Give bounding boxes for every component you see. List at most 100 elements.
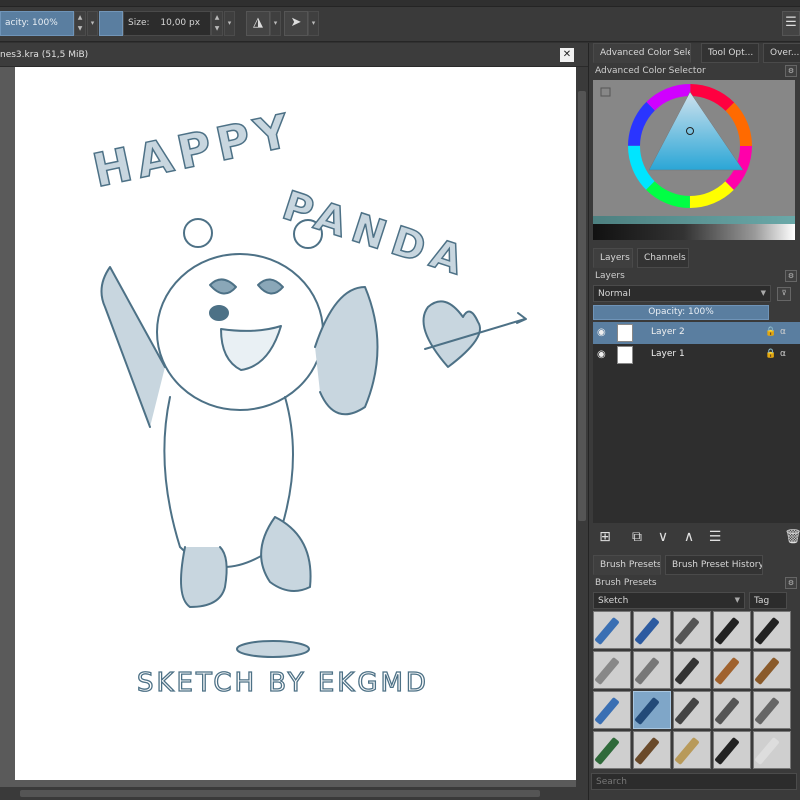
menu-strip xyxy=(0,0,800,7)
brush-tabs: Brush Presets Brush Preset History xyxy=(589,555,800,575)
blend-mode-select[interactable]: Normal ▼ xyxy=(593,285,771,302)
brush-preset[interactable] xyxy=(593,611,631,649)
color-selector-title: Advanced Color Selector xyxy=(595,66,706,76)
brush-preset[interactable] xyxy=(673,611,711,649)
panel-menu-icon[interactable]: ☰ xyxy=(782,11,800,36)
layer-properties-icon[interactable]: ☰ xyxy=(705,527,725,547)
close-document-icon[interactable]: ✕ xyxy=(560,48,574,62)
filter-icon[interactable]: ⊽ xyxy=(777,287,791,301)
layers-settings-icon[interactable]: ⚙ xyxy=(785,270,797,282)
lock-icon[interactable]: 🔒 xyxy=(765,327,776,337)
size-field[interactable]: Size: 10,00 px xyxy=(123,11,211,36)
wrap-around-icon[interactable]: ➤ xyxy=(284,11,308,36)
canvas[interactable]: HAPPY PANDA SKETCH BY EKGMD xyxy=(15,67,576,780)
brush-preset[interactable] xyxy=(633,651,671,689)
layer-row-layer-1[interactable]: ◉ Layer 1 🔒 α xyxy=(593,344,800,366)
brush-settings-icon[interactable]: ⚙ xyxy=(785,577,797,589)
value-gradient-bar[interactable] xyxy=(593,224,795,240)
dock-top-tabs: Advanced Color Sele... Tool Opt... Over.… xyxy=(589,43,800,63)
opacity-spinner[interactable]: ▲ ▼ xyxy=(74,11,86,36)
tool-options-toolbar: acity: 100% ▲ ▼ ▾ Size: 10,00 px ▲ ▼ ▾ ◮ ▾… xyxy=(0,0,800,42)
tab-channels[interactable]: Channels xyxy=(637,248,689,268)
move-layer-down-icon[interactable]: ∨ xyxy=(653,527,673,547)
tab-tool-options[interactable]: Tool Opt... xyxy=(701,43,759,63)
layer-opacity-slider[interactable]: Opacity: 100% xyxy=(593,305,769,320)
blend-mode-value: Normal xyxy=(598,289,631,299)
brush-preset[interactable] xyxy=(593,651,631,689)
brush-tag-filter-value: Sketch xyxy=(598,596,629,606)
right-dock: Advanced Color Sele... Tool Opt... Over.… xyxy=(588,43,800,800)
brush-presets-title: Brush Presets xyxy=(595,578,657,588)
chevron-down-icon: ▼ xyxy=(734,596,740,604)
hue-gradient-bar[interactable] xyxy=(593,216,795,224)
brush-preset[interactable] xyxy=(713,731,751,769)
move-layer-up-icon[interactable]: ∧ xyxy=(679,527,699,547)
brush-preset[interactable] xyxy=(713,611,751,649)
wrap-dropdown[interactable]: ▾ xyxy=(308,11,319,36)
horizontal-scrollbar[interactable] xyxy=(0,787,588,800)
tab-layers[interactable]: Layers xyxy=(593,248,633,268)
vertical-scrollbar[interactable] xyxy=(576,67,588,787)
visibility-eye-icon[interactable]: ◉ xyxy=(597,327,609,339)
mirror-dropdown[interactable]: ▾ xyxy=(270,11,281,36)
alpha-lock-icon[interactable]: α xyxy=(780,349,786,359)
brush-preset[interactable] xyxy=(753,611,791,649)
horizontal-scrollbar-thumb[interactable] xyxy=(20,790,540,797)
color-selector-settings-icon[interactable]: ⚙ xyxy=(785,65,797,77)
title-line1-text: HAPPY xyxy=(88,102,300,197)
title-line2-text: PANDA xyxy=(277,183,476,287)
document-tab[interactable]: nes3.kra (51,5 MiB) ✕ xyxy=(0,43,588,67)
size-swatch[interactable] xyxy=(99,11,123,36)
layer-toolbar: ⊞ ⧉ ∨ ∧ ☰ 🗑 xyxy=(589,523,800,551)
alpha-lock-icon[interactable]: α xyxy=(780,327,786,337)
brush-preset[interactable] xyxy=(713,691,751,729)
tab-brush-preset-history[interactable]: Brush Preset History xyxy=(665,555,763,575)
brush-preset[interactable] xyxy=(713,651,751,689)
brush-preset[interactable] xyxy=(753,651,791,689)
brush-preset[interactable] xyxy=(673,691,711,729)
layer-row-layer-2[interactable]: ◉ Layer 2 🔒 α xyxy=(593,322,800,344)
layer-thumbnail xyxy=(617,324,633,342)
brush-tag-filter-select[interactable]: Sketch ▼ xyxy=(593,592,745,609)
brush-preset[interactable] xyxy=(633,611,671,649)
visibility-eye-icon[interactable]: ◉ xyxy=(597,349,609,361)
opacity-dropdown[interactable]: ▾ xyxy=(87,11,98,36)
size-spinner[interactable]: ▲ ▼ xyxy=(211,11,223,36)
size-dropdown[interactable]: ▾ xyxy=(224,11,235,36)
chevron-down-icon: ▼ xyxy=(760,289,766,297)
tag-button[interactable]: Tag xyxy=(749,592,787,609)
color-selector-area[interactable] xyxy=(593,80,795,216)
add-layer-icon[interactable]: ⊞ xyxy=(595,527,615,547)
tab-advanced-color-selector[interactable]: Advanced Color Sele... xyxy=(593,43,691,63)
brush-search-input[interactable]: Search xyxy=(591,773,797,790)
brush-preset[interactable] xyxy=(633,731,671,769)
brush-preset[interactable] xyxy=(673,651,711,689)
color-wheel[interactable] xyxy=(593,80,795,216)
document-title: nes3.kra (51,5 MiB) xyxy=(0,50,89,60)
brush-preset[interactable] xyxy=(753,691,791,729)
vertical-scrollbar-thumb[interactable] xyxy=(578,91,586,521)
layers-tabs: Layers Channels xyxy=(589,248,800,268)
brush-preset[interactable] xyxy=(593,731,631,769)
sketch-artwork: HAPPY PANDA SKETCH BY EKGMD xyxy=(87,102,527,699)
layer-list: ◉ Layer 2 🔒 α ◉ Layer 1 🔒 α xyxy=(593,322,800,523)
duplicate-layer-icon[interactable]: ⧉ xyxy=(627,527,647,547)
brush-preset[interactable] xyxy=(673,731,711,769)
tab-brush-presets[interactable]: Brush Presets xyxy=(593,555,661,575)
brush-preset-grid xyxy=(593,611,793,771)
opacity-field[interactable]: acity: 100% xyxy=(0,11,74,36)
layer-name: Layer 2 xyxy=(651,327,685,337)
layers-title: Layers xyxy=(595,271,625,281)
mirror-horizontal-icon[interactable]: ◮ xyxy=(246,11,270,36)
brush-preset[interactable] xyxy=(593,691,631,729)
size-value: 10,00 px xyxy=(160,18,201,28)
brush-preset-selected[interactable] xyxy=(633,691,671,729)
lock-icon[interactable]: 🔒 xyxy=(765,349,776,359)
brush-preset[interactable] xyxy=(753,731,791,769)
delete-layer-icon[interactable]: 🗑 xyxy=(783,527,800,547)
signature-text: SKETCH BY EKGMD xyxy=(137,668,429,698)
tab-overview[interactable]: Over... xyxy=(763,43,800,63)
canvas-viewport[interactable]: HAPPY PANDA SKETCH BY EKGMD xyxy=(0,67,576,787)
document-area: nes3.kra (51,5 MiB) ✕ HAPPY PANDA SKETCH… xyxy=(0,43,588,800)
layer-thumbnail xyxy=(617,346,633,364)
